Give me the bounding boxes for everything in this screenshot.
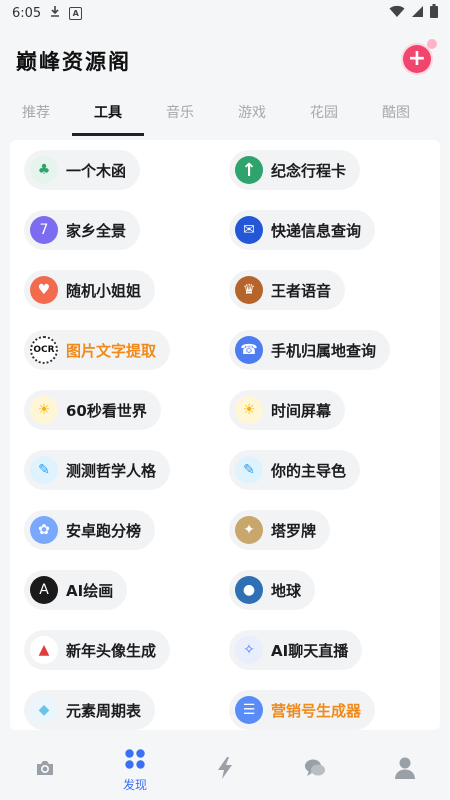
tools-grid: ♣ 一个木函 ↑ 纪念行程卡 7 家乡全景 ✉ 快递信息查询 ♥ 随机小姐姐 ♛ 王者语音 OCR 图片文…	[24, 150, 434, 730]
bottom-nav: 发现	[0, 740, 450, 800]
sun-icon: ☀	[235, 396, 263, 424]
tool-label: 快递信息查询	[271, 221, 362, 240]
tool-item[interactable]: ● 地球	[229, 570, 316, 610]
element-icon: ◆	[30, 696, 58, 724]
tab-tools[interactable]: 工具	[72, 96, 144, 136]
tool-item[interactable]: ✧ AI聊天直播	[229, 630, 363, 670]
signal-icon	[411, 5, 424, 22]
tool-label: 家乡全景	[66, 221, 127, 240]
tool-label: 营销号生成器	[271, 701, 362, 720]
tab-garden[interactable]: 花园	[288, 96, 360, 136]
tool-label: 60秒看世界	[66, 401, 147, 420]
tool-item[interactable]: ✦ 塔罗牌	[229, 510, 331, 550]
tool-item[interactable]: ☰ 营销号生成器	[229, 690, 376, 730]
tool-label: 地球	[271, 581, 302, 600]
tool-label: 安卓跑分榜	[66, 521, 142, 540]
grid-icon	[124, 748, 146, 774]
tool-label: 元素周期表	[66, 701, 142, 720]
download-icon	[49, 5, 61, 21]
tool-item[interactable]: ↑ 纪念行程卡	[229, 150, 361, 190]
tool-item[interactable]: ✿ 安卓跑分榜	[24, 510, 156, 550]
sparkle-icon	[427, 39, 437, 49]
tool-item[interactable]: ☎ 手机归属地查询	[229, 330, 391, 370]
lightning-icon	[215, 756, 235, 784]
tab-music[interactable]: 音乐	[144, 96, 216, 136]
tool-label: 随机小姐姐	[66, 281, 142, 300]
chat-live-icon: ✧	[235, 636, 263, 664]
note-icon: ✎	[235, 456, 263, 484]
tool-item[interactable]: 7 家乡全景	[24, 210, 141, 250]
tool-label: 图片文字提取	[66, 341, 157, 360]
tool-item[interactable]: ✎ 测测哲学人格	[24, 450, 171, 490]
tool-label: 新年头像生成	[66, 641, 157, 660]
nav-item-chat[interactable]	[270, 740, 360, 800]
plus-icon: +	[407, 46, 427, 71]
tool-label: 时间屏幕	[271, 401, 332, 420]
game-avatar-icon: ♛	[235, 276, 263, 304]
list-icon: ☰	[235, 696, 263, 724]
phone-location-icon: ☎	[235, 336, 263, 364]
tool-label: 你的主导色	[271, 461, 347, 480]
tool-item[interactable]: ♛ 王者语音	[229, 270, 346, 310]
nav-label-discover: 发现	[122, 777, 147, 792]
tool-item[interactable]: ♥ 随机小姐姐	[24, 270, 156, 310]
camera-icon	[33, 756, 57, 784]
chat-icon	[303, 756, 327, 784]
express-icon: ✉	[235, 216, 263, 244]
tools-panel: ♣ 一个木函 ↑ 纪念行程卡 7 家乡全景 ✉ 快递信息查询 ♥ 随机小姐姐 ♛ 王者语音 OCR 图片文…	[10, 140, 440, 730]
tool-label: AI聊天直播	[271, 641, 349, 660]
tree-icon: ♣	[30, 156, 58, 184]
tool-item[interactable]: ♣ 一个木函	[24, 150, 141, 190]
tarot-icon: ✦	[235, 516, 263, 544]
app-title: 巅峰资源阁	[16, 50, 131, 74]
user-icon	[394, 756, 416, 784]
add-button[interactable]: +	[403, 39, 437, 73]
tool-label: 一个木函	[66, 161, 127, 180]
tool-label: 手机归属地查询	[271, 341, 377, 360]
rabbit-icon: ✿	[30, 516, 58, 544]
tool-item[interactable]: ▲ 新年头像生成	[24, 630, 171, 670]
tool-item[interactable]: A AI绘画	[24, 570, 128, 610]
panorama-720-icon: 7	[30, 216, 58, 244]
tool-label: 塔罗牌	[271, 521, 317, 540]
tab-cool-images[interactable]: 酷图	[360, 96, 432, 136]
note-icon: ✎	[30, 456, 58, 484]
santa-hat-icon: ▲	[30, 636, 58, 664]
wifi-icon	[389, 5, 405, 22]
app-bar: 巅峰资源阁 +	[0, 26, 450, 96]
status-time: 6:05	[12, 5, 42, 21]
tool-label: 王者语音	[271, 281, 332, 300]
tool-label: 测测哲学人格	[66, 461, 157, 480]
nav-item-lightning[interactable]	[180, 740, 270, 800]
category-tabs: 推荐 工具 音乐 游戏 花园 酷图	[0, 96, 450, 136]
nav-item-discover[interactable]: 发现	[90, 740, 180, 800]
status-bar: 6:05 A	[0, 0, 450, 26]
battery-icon	[430, 4, 438, 22]
tool-item[interactable]: ✉ 快递信息查询	[229, 210, 376, 250]
arrow-up-icon: ↑	[235, 156, 263, 184]
tool-label: AI绘画	[66, 581, 114, 600]
notification-a-icon: A	[69, 6, 83, 20]
tool-item[interactable]: ☀ 60秒看世界	[24, 390, 161, 430]
tab-recommend[interactable]: 推荐	[0, 96, 72, 136]
ocr-icon: OCR	[30, 336, 58, 364]
tool-item[interactable]: OCR 图片文字提取	[24, 330, 171, 370]
tab-games[interactable]: 游戏	[216, 96, 288, 136]
sun-icon: ☀	[30, 396, 58, 424]
globe-icon: ●	[235, 576, 263, 604]
tool-item[interactable]: ✎ 你的主导色	[229, 450, 361, 490]
nav-item-camera[interactable]	[0, 740, 90, 800]
tool-item[interactable]: ☀ 时间屏幕	[229, 390, 346, 430]
heart-icon: ♥	[30, 276, 58, 304]
tool-label: 纪念行程卡	[271, 161, 347, 180]
nav-item-profile[interactable]	[360, 740, 450, 800]
ai-art-icon: A	[30, 576, 58, 604]
tool-item[interactable]: ◆ 元素周期表	[24, 690, 156, 730]
